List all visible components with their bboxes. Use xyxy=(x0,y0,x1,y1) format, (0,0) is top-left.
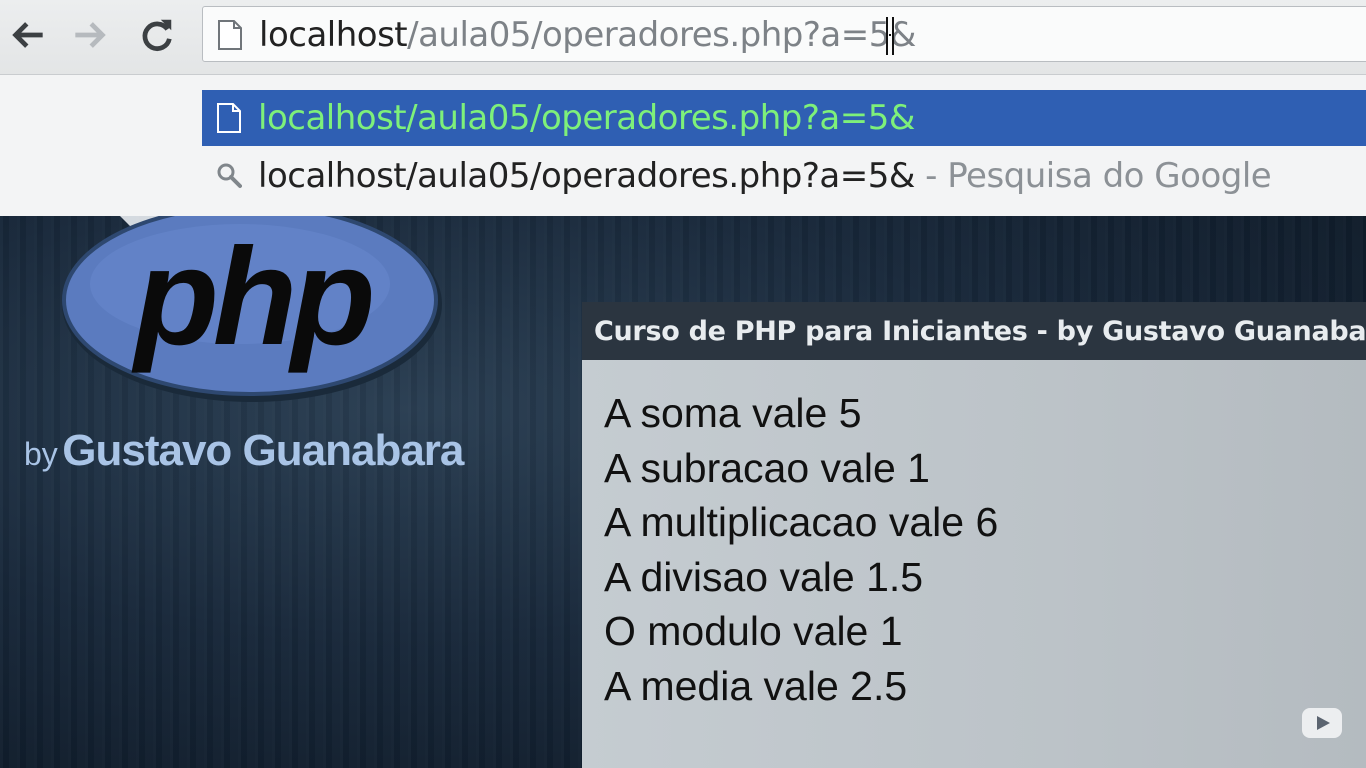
panel-title: Curso de PHP para Iniciantes - by Gustav… xyxy=(582,302,1366,360)
url-host: localhost xyxy=(259,15,408,55)
suggestion-text: localhost/aula05/operadores.php?a=5& - P… xyxy=(258,148,1272,204)
result-line-subtracao: A subracao vale 1 xyxy=(604,444,930,491)
suggestion-item[interactable]: localhost/aula05/operadores.php?a=5& xyxy=(202,90,1366,146)
result-panel: Curso de PHP para Iniciantes - by Gustav… xyxy=(582,302,1366,768)
result-line-soma: A soma vale 5 xyxy=(604,390,862,436)
suggestion-query: localhost/aula05/operadores.php?a=5& xyxy=(258,156,915,196)
result-line-media: A media vale 2.5 xyxy=(604,662,908,709)
back-button[interactable] xyxy=(2,10,52,60)
address-bar-text: localhost/aula05/operadores.php?a=5& xyxy=(259,13,916,57)
search-icon xyxy=(217,163,242,188)
byline-name: Gustavo Guanabara xyxy=(62,426,464,475)
reload-icon xyxy=(142,19,172,51)
result-list: A soma vale 5 A subracao vale 1 A multip… xyxy=(604,386,998,713)
suggestion-dropdown: localhost/aula05/operadores.php?a=5& loc… xyxy=(0,75,1366,217)
page-content: php by Gustavo Guanabara Curso de PHP pa… xyxy=(0,216,1366,768)
page-icon xyxy=(217,103,241,133)
php-logo: php xyxy=(62,216,442,402)
result-line-multiplicacao: A multiplicacao vale 6 xyxy=(604,499,999,545)
text-cursor-icon xyxy=(886,17,894,55)
result-line-divisao: A divisao vale 1.5 xyxy=(604,553,924,600)
forward-button[interactable] xyxy=(66,10,116,60)
reload-button[interactable] xyxy=(132,10,182,60)
logo-text: php xyxy=(131,220,372,374)
address-bar[interactable]: localhost/aula05/operadores.php?a=5& xyxy=(202,6,1366,62)
byline-by: by xyxy=(24,436,58,472)
arrow-left-icon xyxy=(12,22,43,48)
suggestion-text: localhost/aula05/operadores.php?a=5& xyxy=(258,98,915,138)
suggestion-source: - Pesquisa do Google xyxy=(914,156,1272,196)
url-path: /aula05/operadores.php?a=5& xyxy=(407,15,916,55)
result-line-modulo: O modulo vale 1 xyxy=(604,608,903,654)
video-watermark-icon[interactable] xyxy=(1302,708,1342,738)
suggestion-item[interactable]: localhost/aula05/operadores.php?a=5& - P… xyxy=(202,148,1366,204)
arrow-right-icon xyxy=(75,22,106,48)
author-byline: by Gustavo Guanabara xyxy=(24,426,464,476)
page-icon xyxy=(218,20,242,50)
browser-toolbar: localhost/aula05/operadores.php?a=5& xyxy=(0,0,1366,75)
